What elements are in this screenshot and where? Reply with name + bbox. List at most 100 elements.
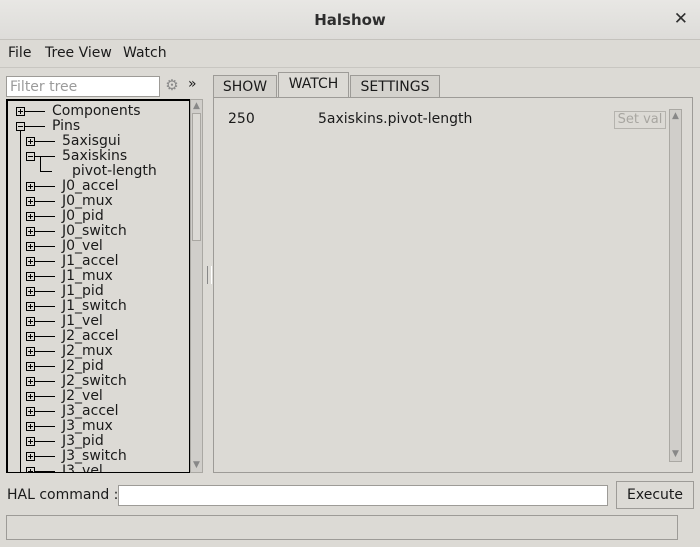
tree-item-label: J2_pid xyxy=(62,358,104,374)
tree-branch-line xyxy=(25,111,45,112)
expand-plus-icon[interactable] xyxy=(26,467,35,472)
scroll-down-arrow-icon[interactable]: ▼ xyxy=(670,449,681,460)
tree-item[interactable]: J1_accel xyxy=(8,254,188,269)
expand-plus-icon[interactable] xyxy=(26,362,35,371)
tree-scroll-thumb[interactable] xyxy=(192,113,201,241)
expand-plus-icon[interactable] xyxy=(26,392,35,401)
tree-branch-line xyxy=(35,366,55,367)
expand-plus-icon[interactable] xyxy=(26,242,35,251)
menu-tree-view[interactable]: Tree View xyxy=(45,45,112,61)
expand-plus-icon[interactable] xyxy=(26,317,35,326)
execute-button[interactable]: Execute xyxy=(616,481,694,509)
menu-bar: File Tree View Watch xyxy=(0,40,700,68)
menu-watch[interactable]: Watch xyxy=(123,45,167,61)
tree-item[interactable]: J0_vel xyxy=(8,239,188,254)
tree-item[interactable]: J3_vel xyxy=(8,463,188,473)
watch-panel: 250 5axiskins.pivot-length Set val ▲ ▼ xyxy=(213,97,693,473)
tree-connector-line xyxy=(40,157,41,171)
expand-plus-icon[interactable] xyxy=(26,197,35,206)
hal-command-input[interactable] xyxy=(118,485,608,506)
watch-scrollbar[interactable]: ▲ ▼ xyxy=(669,109,682,462)
tree-item-label: Components xyxy=(52,103,141,119)
expand-plus-icon[interactable] xyxy=(26,212,35,221)
status-bar xyxy=(6,515,678,540)
tree-item[interactable]: J3_mux xyxy=(8,419,188,434)
tree-branch-line xyxy=(35,471,55,472)
tree-item[interactable]: J1_mux xyxy=(8,269,188,284)
tree-item-label: J1_switch xyxy=(62,298,127,314)
menu-file[interactable]: File xyxy=(8,45,31,61)
tree-item[interactable]: J0_mux xyxy=(8,194,188,209)
expand-plus-icon[interactable] xyxy=(26,377,35,386)
tree-item[interactable]: J3_switch xyxy=(8,449,188,464)
tree-item-label: J1_pid xyxy=(62,283,104,299)
tree-item[interactable]: J1_switch xyxy=(8,299,188,314)
scroll-up-arrow-icon[interactable]: ▲ xyxy=(191,101,202,112)
tree-item-label: 5axiskins xyxy=(62,148,128,164)
tree-branch-line xyxy=(35,426,55,427)
tree-item-label: J3_mux xyxy=(62,418,113,434)
set-value-button[interactable]: Set val xyxy=(614,111,666,129)
watch-pin-name: 5axiskins.pivot-length xyxy=(318,111,473,127)
tree-item[interactable]: 5axiskins xyxy=(8,149,188,164)
expand-plus-icon[interactable] xyxy=(26,272,35,281)
tree-item-label: J3_vel xyxy=(62,463,103,473)
tree-scrollbar[interactable]: ▲ ▼ xyxy=(190,99,203,473)
expand-plus-icon[interactable] xyxy=(26,302,35,311)
tree-item[interactable]: J2_accel xyxy=(8,329,188,344)
tree-item[interactable]: J1_vel xyxy=(8,314,188,329)
tree-item[interactable]: J1_pid xyxy=(8,284,188,299)
tree-branch-line xyxy=(35,381,55,382)
tree-item[interactable]: J2_mux xyxy=(8,344,188,359)
scroll-up-arrow-icon[interactable]: ▲ xyxy=(670,111,681,122)
tree-item[interactable]: J2_switch xyxy=(8,374,188,389)
tree-item[interactable]: 5axisgui xyxy=(8,134,188,149)
tree-item-label: J0_vel xyxy=(62,238,103,254)
pane-sash[interactable] xyxy=(207,266,212,284)
tree-item[interactable]: J3_accel xyxy=(8,404,188,419)
tree-item[interactable]: pivot-length xyxy=(8,157,188,179)
tree-view[interactable]: Components Pins 5axisgui 5axiskins pivot-len… xyxy=(6,99,190,473)
tree-item[interactable]: J2_vel xyxy=(8,389,188,404)
expand-plus-icon[interactable] xyxy=(26,287,35,296)
tree-item-label: J3_accel xyxy=(62,403,119,419)
tab-show[interactable]: SHOW xyxy=(213,75,277,97)
tree-branch-line xyxy=(35,456,55,457)
expand-chevron-icon[interactable]: » xyxy=(188,76,197,92)
tab-settings[interactable]: SETTINGS xyxy=(350,75,440,97)
tree-item-label: Pins xyxy=(52,118,81,134)
tree-item[interactable]: Pins xyxy=(8,119,188,134)
tab-watch[interactable]: WATCH xyxy=(278,72,349,97)
close-icon[interactable]: ✕ xyxy=(674,9,688,29)
tree-item[interactable]: J0_switch xyxy=(8,224,188,239)
tree-item[interactable]: J2_pid xyxy=(8,359,188,374)
tree-item-label: J1_mux xyxy=(62,268,113,284)
tree-item[interactable]: Components xyxy=(8,104,188,119)
tree-item[interactable]: J0_accel xyxy=(8,179,188,194)
expand-plus-icon[interactable] xyxy=(26,407,35,416)
expand-plus-icon[interactable] xyxy=(16,107,25,116)
expand-plus-icon[interactable] xyxy=(26,332,35,341)
scroll-down-arrow-icon[interactable]: ▼ xyxy=(191,460,202,471)
tree-item-label: J3_switch xyxy=(62,448,127,464)
filter-tree-input[interactable] xyxy=(6,76,160,97)
expand-plus-icon[interactable] xyxy=(26,257,35,266)
expand-plus-icon[interactable] xyxy=(26,347,35,356)
hal-command-label: HAL command : xyxy=(7,487,119,503)
tree-branch-line xyxy=(35,411,55,412)
tree-item-label: J0_switch xyxy=(62,223,127,239)
collapse-minus-icon[interactable] xyxy=(26,152,35,161)
tree-branch-line xyxy=(35,141,55,142)
tree-branch-line xyxy=(35,216,55,217)
collapse-minus-icon[interactable] xyxy=(16,122,25,131)
tree-item[interactable]: J0_pid xyxy=(8,209,188,224)
tree-item-label: J0_accel xyxy=(62,178,119,194)
expand-plus-icon[interactable] xyxy=(26,422,35,431)
tree-item[interactable]: J3_pid xyxy=(8,434,188,449)
expand-plus-icon[interactable] xyxy=(26,452,35,461)
expand-plus-icon[interactable] xyxy=(26,227,35,236)
expand-plus-icon[interactable] xyxy=(26,182,35,191)
expand-plus-icon[interactable] xyxy=(26,437,35,446)
gear-icon[interactable]: ⚙ xyxy=(164,77,180,93)
expand-plus-icon[interactable] xyxy=(26,137,35,146)
